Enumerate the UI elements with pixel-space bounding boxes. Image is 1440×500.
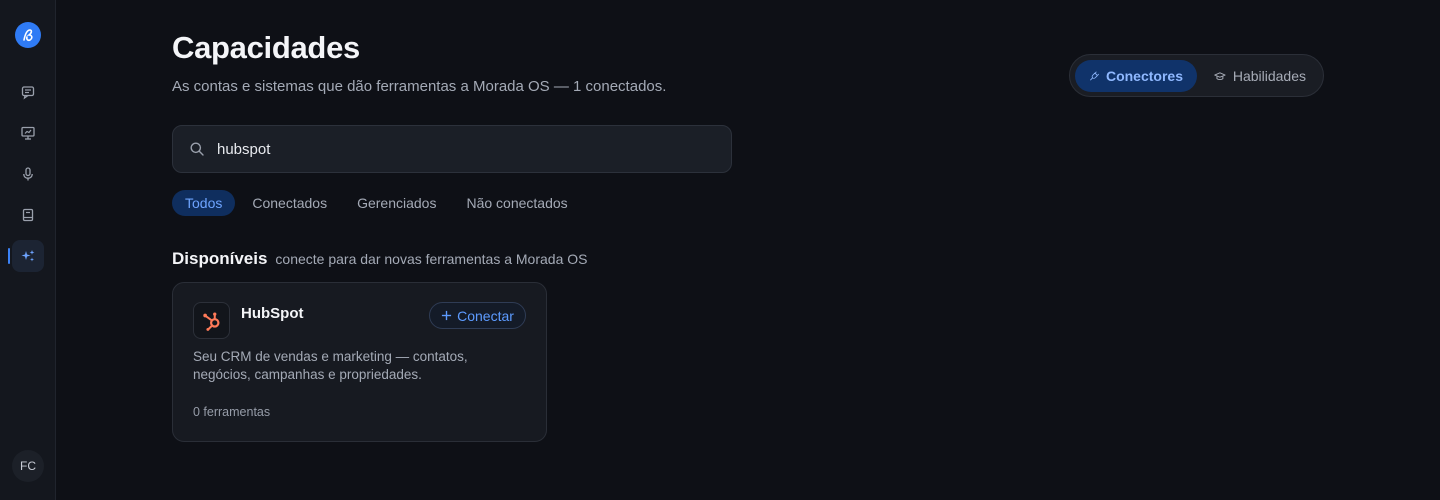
avatar-initials: FC [20,459,36,473]
chat-icon [21,86,35,100]
morada-logo-icon[interactable] [15,22,41,48]
presentation-icon [21,126,35,140]
filter-not-connected[interactable]: Não conectados [453,190,580,216]
search-box[interactable] [172,125,732,173]
nav-microphone[interactable] [12,158,44,190]
search-icon [190,142,204,156]
microphone-icon [23,167,33,181]
connector-name: HubSpot [241,305,304,322]
view-toggle: Conectores Habilidades [1069,54,1324,97]
connect-button-label: Conectar [457,307,514,324]
nav-presentation[interactable] [12,117,44,149]
filter-connected[interactable]: Conectados [239,190,340,216]
plus-icon [442,310,452,321]
connector-card-hubspot[interactable]: HubSpot Conectar Seu CRM de vendas e mar… [172,282,547,442]
graduation-cap-icon [1214,71,1226,80]
nav-book[interactable] [12,199,44,231]
page-subtitle: As contas e sistemas que dão ferramentas… [172,78,667,95]
hubspot-logo-icon [193,302,230,339]
filter-chips: Todos Conectados Gerenciados Não conecta… [172,190,581,216]
connectors-tab-label: Conectores [1105,68,1183,84]
filter-all[interactable]: Todos [172,190,236,216]
skills-tab[interactable]: Habilidades [1200,60,1320,92]
skills-tab-label: Habilidades [1232,68,1306,84]
sparkles-icon [21,250,35,262]
section-title: Disponíveis [172,249,268,268]
connector-tool-count: 0 ferramentas [193,405,271,419]
plug-icon [1090,71,1099,80]
connectors-tab[interactable]: Conectores [1075,60,1197,92]
book-icon [22,208,34,222]
section-subtitle: conecte para dar novas ferramentas a Mor… [275,251,588,267]
user-avatar[interactable]: FC [12,450,44,482]
sidebar: FC [0,0,56,500]
connector-description: Seu CRM de vendas e marketing — contatos… [193,349,468,382]
page-title: Capacidades [172,30,360,65]
active-nav-indicator [8,248,10,264]
search-input[interactable] [217,140,697,158]
available-section-header: Disponíveis conecte para dar novas ferra… [172,249,587,269]
nav-capabilities[interactable] [12,240,44,272]
filter-managed[interactable]: Gerenciados [344,190,449,216]
connect-button[interactable]: Conectar [429,302,526,329]
nav-chat[interactable] [12,76,44,108]
